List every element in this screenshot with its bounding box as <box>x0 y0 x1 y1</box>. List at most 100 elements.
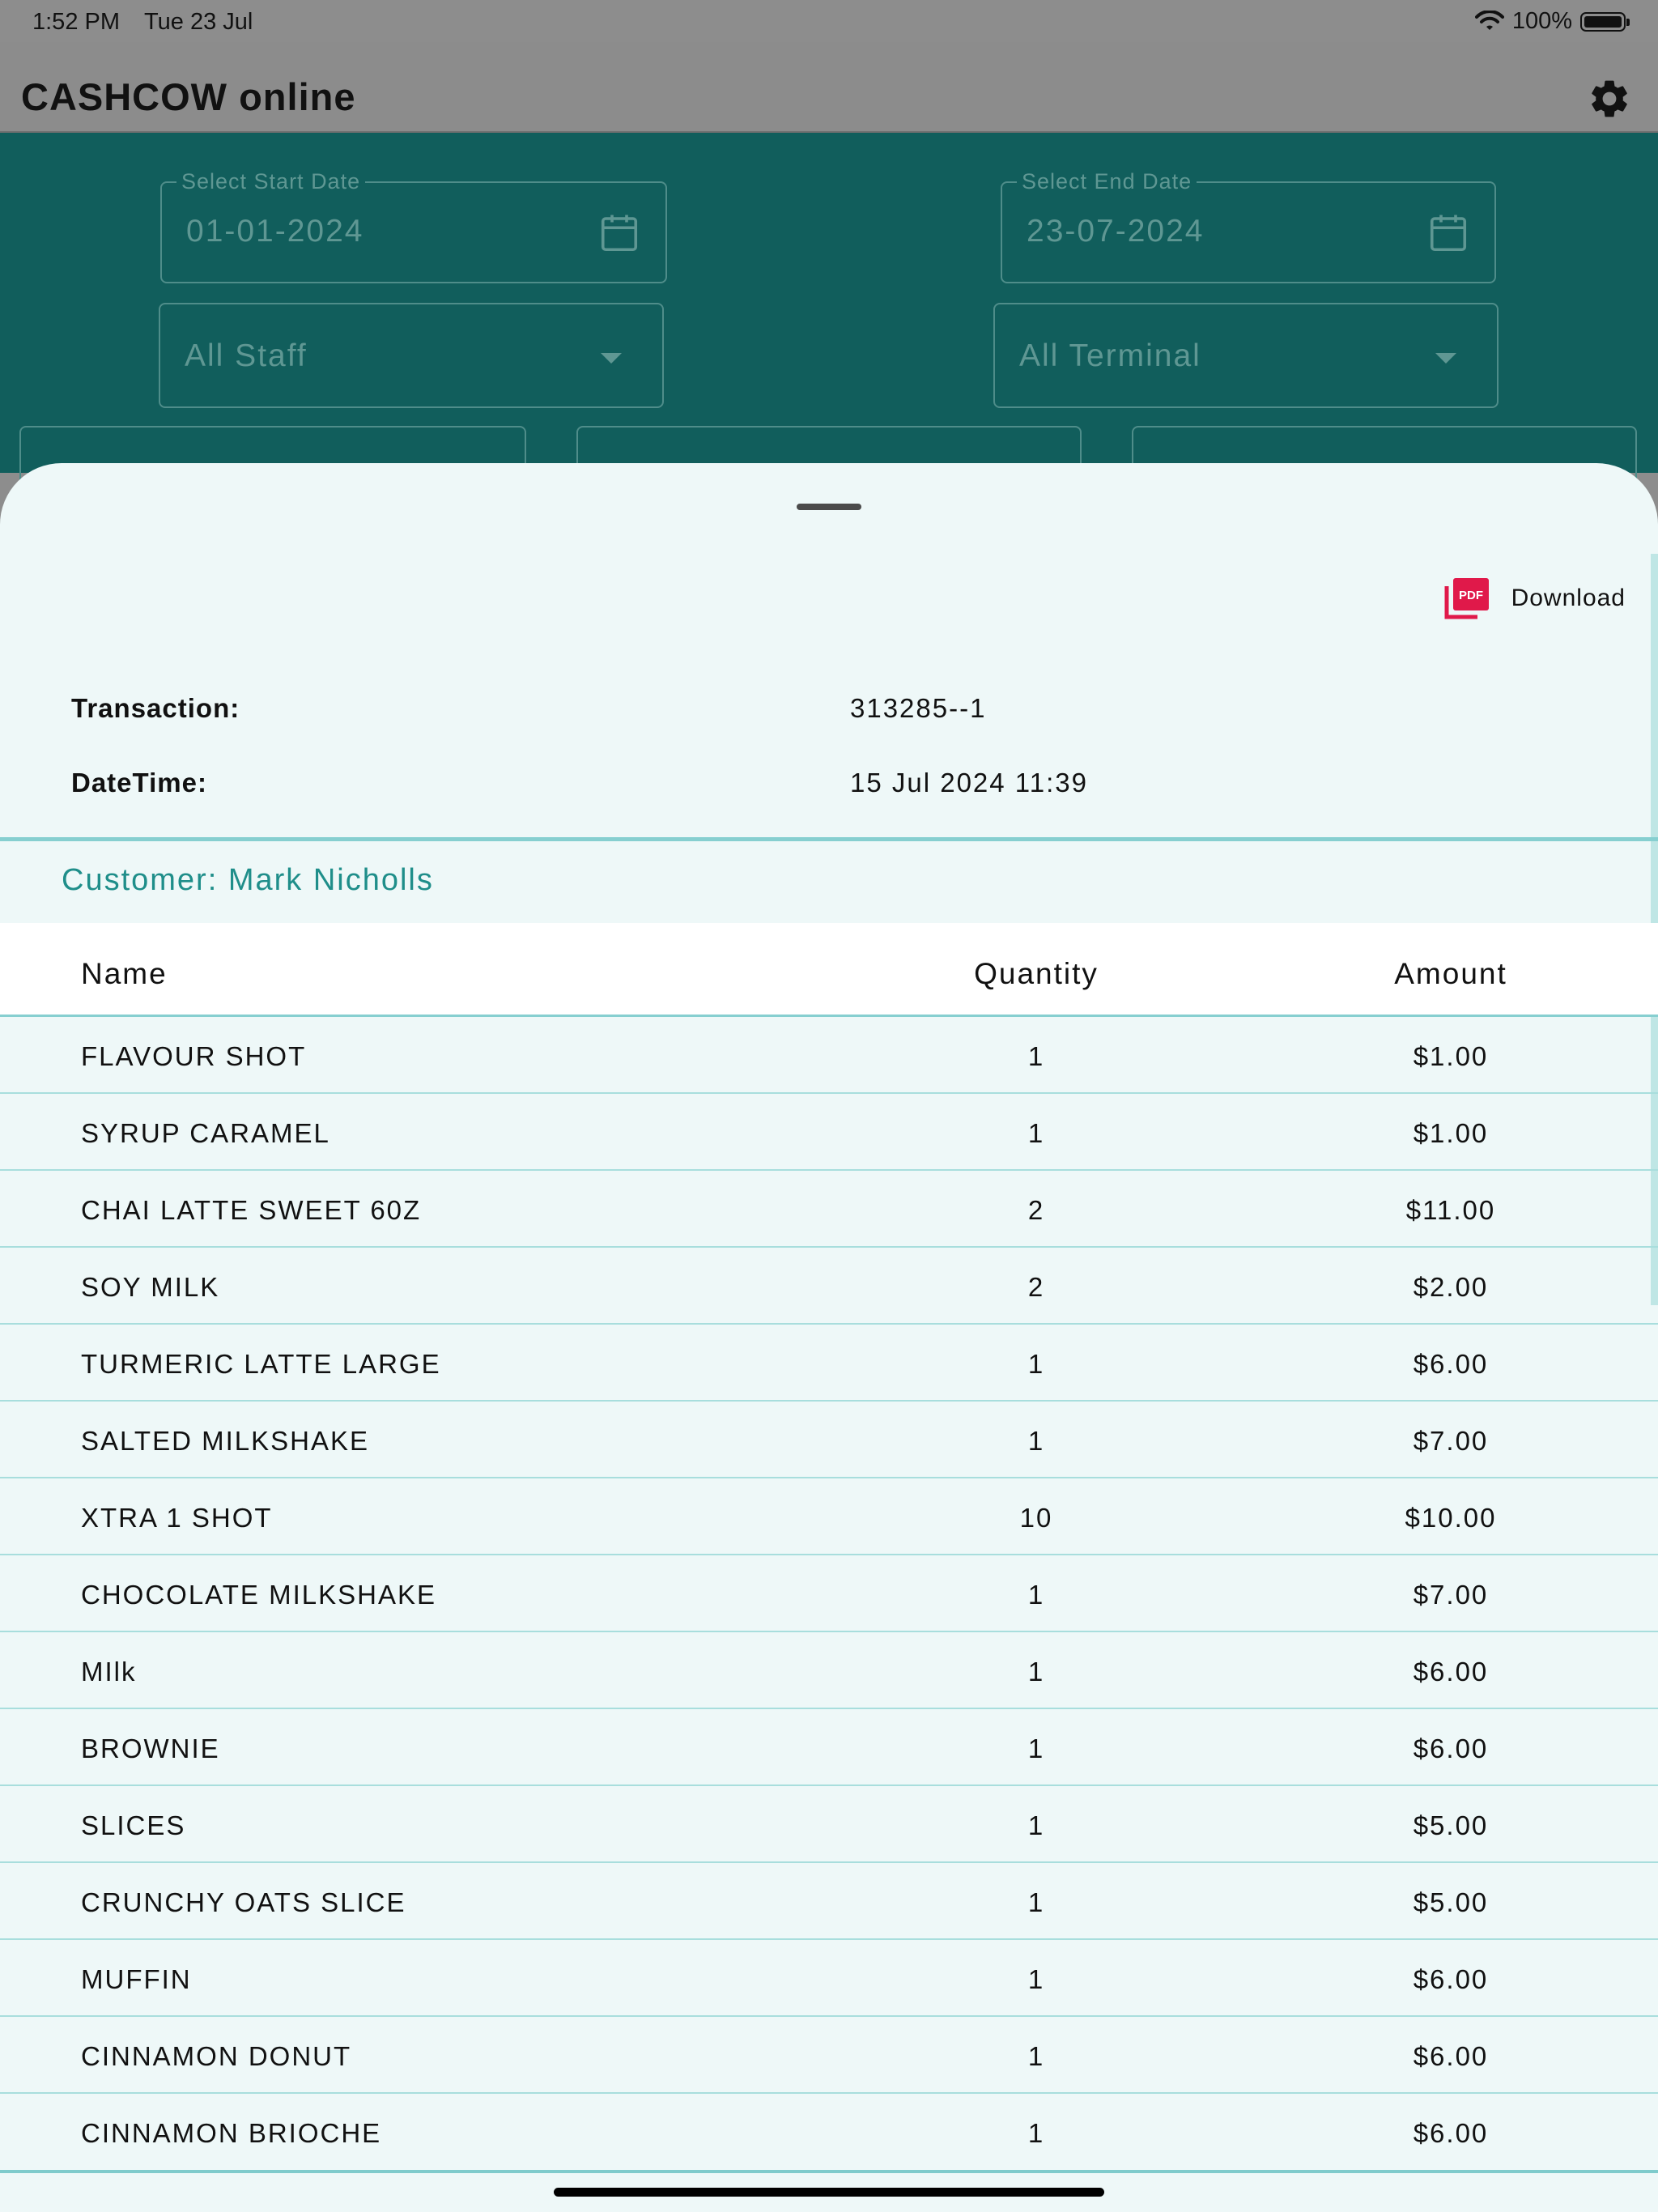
item-amount-text: $6.00 <box>1413 2041 1489 2071</box>
item-amount-text: $6.00 <box>1413 1964 1489 1994</box>
item-name: SLICES <box>81 1810 186 1840</box>
status-date: Tue 23 Jul <box>144 9 253 35</box>
transaction-value: 313285--1 <box>850 693 987 723</box>
item-quantity-text: 1 <box>1027 1733 1045 1763</box>
item-quantity-text: 2 <box>1027 1272 1045 1302</box>
start-date-value: 01-01-2024 <box>186 214 364 249</box>
home-indicator[interactable] <box>554 2188 1104 2197</box>
datetime-label: DateTime: <box>71 768 207 798</box>
filter-panel: Select Start Date 01-01-2024 Select End … <box>0 133 1658 491</box>
table-row: MIlk 1 $6.00 <box>0 1632 1658 1709</box>
svg-text:PDF: PDF <box>1459 589 1483 602</box>
battery-icon <box>1580 11 1630 32</box>
item-name: MIlk <box>81 1657 137 1687</box>
item-quantity-text: 1 <box>1027 1964 1045 1994</box>
column-header-amount-text: Amount <box>1394 957 1507 990</box>
table-row: FLAVOUR SHOT 1 $1.00 <box>0 1017 1658 1094</box>
item-name: SYRUP CARAMEL <box>81 1118 330 1148</box>
end-date-field[interactable]: Select End Date 23-07-2024 <box>1001 169 1496 283</box>
item-amount-text: $6.00 <box>1413 1349 1489 1379</box>
item-quantity-text: 1 <box>1027 1657 1045 1687</box>
gear-icon[interactable] <box>1587 76 1632 121</box>
item-name: TURMERIC LATTE LARGE <box>81 1349 441 1379</box>
start-date-field[interactable]: Select Start Date 01-01-2024 <box>160 169 667 283</box>
item-quantity-text: 1 <box>1027 1810 1045 1840</box>
item-name: FLAVOUR SHOT <box>81 1041 307 1071</box>
item-name: CHAI LATTE SWEET 60Z <box>81 1195 422 1225</box>
table-row: CHOCOLATE MILKSHAKE 1 $7.00 <box>0 1555 1658 1632</box>
table-row: CRUNCHY OATS SLICE 1 $5.00 <box>0 1863 1658 1940</box>
item-name: SOY MILK <box>81 1272 220 1302</box>
wifi-icon <box>1474 10 1504 30</box>
item-quantity-text: 2 <box>1027 1195 1045 1225</box>
pdf-icon: PDF <box>1444 578 1489 619</box>
table-row: SALTED MILKSHAKE 1 $7.00 <box>0 1402 1658 1478</box>
end-date-label: Select End Date <box>1017 169 1197 194</box>
column-header-name: Name <box>81 957 168 990</box>
item-amount-text: $6.00 <box>1413 2118 1489 2148</box>
calendar-icon[interactable] <box>597 211 641 256</box>
staff-dropdown[interactable]: All Staff <box>159 303 664 408</box>
table-header: Name Quantity Amount <box>0 923 1658 1017</box>
item-name: BROWNIE <box>81 1733 220 1763</box>
item-amount-text: $7.00 <box>1413 1580 1489 1610</box>
item-name: CHOCOLATE MILKSHAKE <box>81 1580 436 1610</box>
item-amount-text: $1.00 <box>1413 1041 1489 1071</box>
item-quantity-text: 1 <box>1027 2118 1045 2148</box>
customer-name: Customer: Mark Nicholls <box>62 863 434 897</box>
terminal-dropdown-value: All Terminal <box>1019 338 1201 373</box>
item-quantity-text: 1 <box>1027 1118 1045 1148</box>
table-row: CINNAMON DONUT 1 $6.00 <box>0 2017 1658 2094</box>
item-amount-text: $6.00 <box>1413 1733 1489 1763</box>
chevron-down-icon <box>1435 353 1456 364</box>
table-row: BROWNIE 1 $6.00 <box>0 1709 1658 1786</box>
item-quantity-text: 1 <box>1027 1580 1045 1610</box>
item-quantity-text: 1 <box>1027 1426 1045 1456</box>
divider <box>0 837 1658 841</box>
drag-handle[interactable] <box>797 504 861 510</box>
item-amount-text: $5.00 <box>1413 1810 1489 1840</box>
item-name: CINNAMON BRIOCHE <box>81 2118 382 2148</box>
item-amount-text: $11.00 <box>1405 1195 1496 1225</box>
item-name: MUFFIN <box>81 1964 192 1994</box>
status-time: 1:52 PM <box>32 9 120 35</box>
item-amount-text: $6.00 <box>1413 1657 1489 1687</box>
end-date-value: 23-07-2024 <box>1027 214 1205 249</box>
item-name: XTRA 1 SHOT <box>81 1503 273 1533</box>
chevron-down-icon <box>601 353 622 364</box>
transaction-detail-sheet: PDF Download Transaction: 313285--1 Date… <box>0 463 1658 2212</box>
item-name: SALTED MILKSHAKE <box>81 1426 369 1456</box>
status-indicators: 100% <box>1474 8 1630 35</box>
table-row: MUFFIN 1 $6.00 <box>0 1940 1658 2017</box>
table-row: CHAI LATTE SWEET 60Z 2 $11.00 <box>0 1171 1658 1248</box>
item-quantity-text: 1 <box>1027 1041 1045 1071</box>
app-title: CASHCOW online <box>21 75 356 118</box>
item-name: CRUNCHY OATS SLICE <box>81 1887 406 1917</box>
items-table: FLAVOUR SHOT 1 $1.00 SYRUP CARAMEL 1 $1.… <box>0 1017 1658 2171</box>
item-name: CINNAMON DONUT <box>81 2041 352 2071</box>
item-quantity-text: 10 <box>1019 1503 1053 1533</box>
item-quantity-text: 1 <box>1027 1887 1045 1917</box>
transaction-label: Transaction: <box>71 693 240 723</box>
table-row: TURMERIC LATTE LARGE 1 $6.00 <box>0 1325 1658 1402</box>
calendar-icon[interactable] <box>1426 211 1470 256</box>
battery-percent: 100% <box>1511 8 1572 34</box>
item-amount-text: $5.00 <box>1413 1887 1489 1917</box>
table-row: CINNAMON BRIOCHE 1 $6.00 <box>0 2094 1658 2171</box>
datetime-value: 15 Jul 2024 11:39 <box>850 768 1088 798</box>
table-row: XTRA 1 SHOT 10 $10.00 <box>0 1478 1658 1555</box>
divider <box>0 2170 1658 2173</box>
item-quantity-text: 1 <box>1027 2041 1045 2071</box>
item-amount-text: $1.00 <box>1413 1118 1489 1148</box>
item-amount-text: $2.00 <box>1413 1272 1489 1302</box>
table-row: SLICES 1 $5.00 <box>0 1786 1658 1863</box>
item-amount-text: $7.00 <box>1413 1426 1489 1456</box>
download-label: Download <box>1511 585 1626 611</box>
app-bar: CASHCOW online <box>0 42 1658 133</box>
terminal-dropdown[interactable]: All Terminal <box>993 303 1499 408</box>
download-button[interactable]: PDF Download <box>1443 576 1626 620</box>
item-amount-text: $10.00 <box>1405 1503 1497 1533</box>
table-row: SOY MILK 2 $2.00 <box>0 1248 1658 1325</box>
table-row: SYRUP CARAMEL 1 $1.00 <box>0 1094 1658 1171</box>
status-bar: 1:52 PM Tue 23 Jul 100% <box>0 0 1658 42</box>
